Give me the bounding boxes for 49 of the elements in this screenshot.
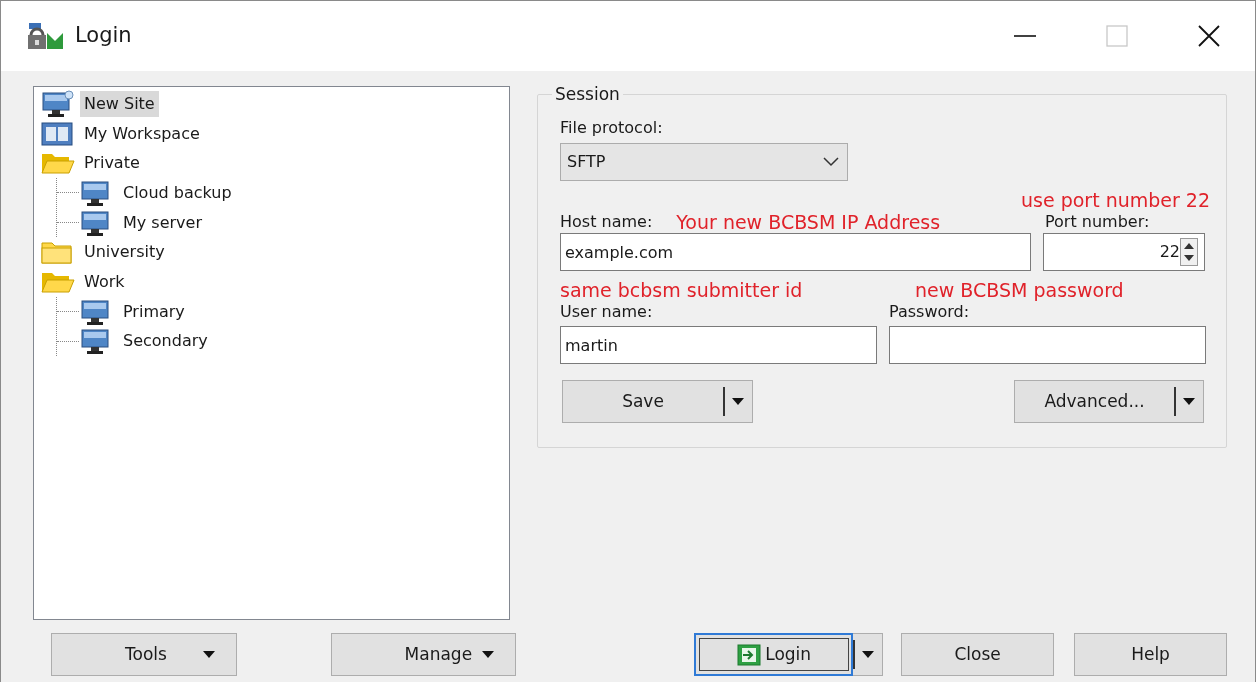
tree-item[interactable]: Cloud backup [119, 179, 236, 206]
caret-icon [730, 397, 745, 406]
app-logo-icon [25, 21, 65, 51]
tree-item[interactable]: University [80, 239, 169, 266]
caret-icon [481, 650, 496, 659]
port-spin-box[interactable]: 22 [1043, 233, 1205, 271]
close-icon [1198, 25, 1220, 47]
workspace-icon [40, 119, 76, 148]
caret-icon [1181, 397, 1196, 406]
manage-button[interactable]: Manage [330, 633, 517, 676]
tree-item[interactable]: Private [80, 150, 144, 177]
field-label: Port number: [1044, 211, 1151, 233]
user-name-field[interactable]: martin [560, 326, 877, 364]
tree-item[interactable]: My server [119, 209, 206, 236]
login-button[interactable]: Login [694, 633, 854, 676]
tree-item[interactable]: Work [80, 268, 129, 295]
protocol-dropdown[interactable]: SFTP [560, 143, 848, 181]
login-menu-button[interactable] [853, 633, 884, 676]
annotation-text: same bcbsm submitter id [560, 279, 804, 301]
spinner-icon [1180, 238, 1198, 266]
tree-item[interactable]: My Workspace [80, 120, 204, 147]
annotation-text: new BCBSM password [915, 279, 1125, 301]
group-title: Session [554, 86, 621, 103]
minimize-icon [1014, 35, 1036, 37]
close-dialog-button[interactable]: Close [901, 633, 1055, 676]
field-label: Password: [889, 301, 971, 323]
advanced-button[interactable]: Advanced... [1014, 380, 1174, 423]
tools-button[interactable]: Tools [51, 633, 237, 676]
tree-item[interactable]: Secondary [119, 328, 212, 355]
save-button[interactable]: Save [562, 380, 723, 423]
maximize-icon [1106, 25, 1128, 47]
help-button[interactable]: Help [1074, 633, 1227, 676]
login-icon [737, 643, 762, 666]
tree-item[interactable]: Primary [119, 298, 189, 325]
field-label: User name: [560, 301, 654, 323]
advanced-menu-button[interactable] [1174, 380, 1204, 423]
field-label: Host name: [560, 211, 653, 233]
caret-icon [201, 650, 216, 659]
chevron-down-icon [823, 157, 839, 167]
field-label: File protocol: [560, 117, 664, 139]
port-number-field[interactable]: 22 [1048, 240, 1180, 264]
window-title: Login [75, 22, 132, 50]
host-name-field[interactable]: example.com [560, 233, 1031, 271]
password-field[interactable] [889, 326, 1206, 364]
caret-icon [860, 650, 875, 659]
annotation-text: Your new BCBSM IP Address [676, 211, 941, 233]
save-menu-button[interactable] [723, 380, 753, 423]
tree-item[interactable]: New Site [80, 90, 159, 117]
computer-icon [40, 89, 76, 118]
